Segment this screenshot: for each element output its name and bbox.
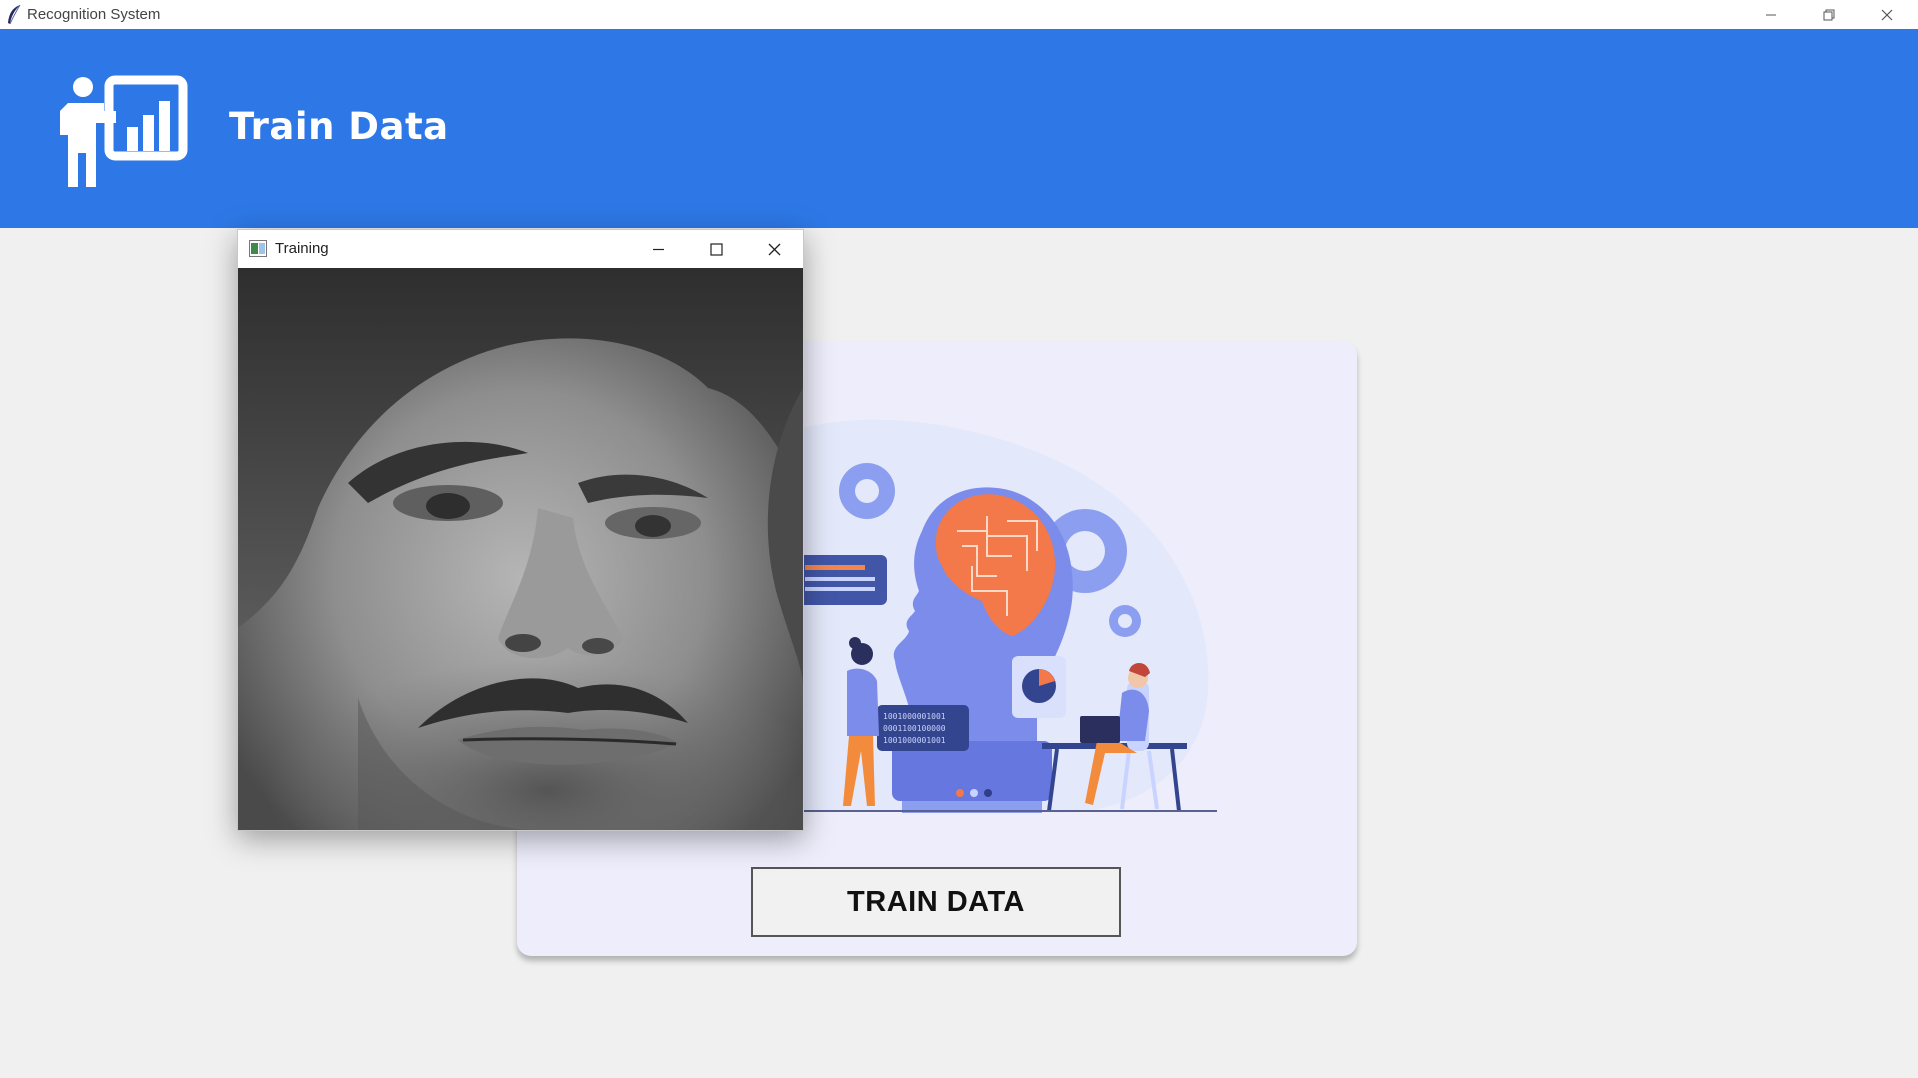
feather-app-icon [8, 4, 21, 25]
maximize-icon [709, 242, 723, 256]
training-window-titlebar[interactable]: Training [238, 230, 803, 268]
training-window: Training [237, 229, 804, 831]
minimize-button[interactable] [1742, 0, 1800, 29]
minimize-icon [1766, 14, 1776, 15]
code-line-2: 0001100100000 [883, 724, 946, 733]
train-data-button[interactable]: TRAIN DATA [751, 867, 1121, 937]
presentation-chart-icon [60, 75, 188, 187]
restore-button[interactable] [1800, 0, 1858, 29]
image-window-icon [249, 240, 267, 257]
window-titlebar: Recognition System [0, 0, 1918, 30]
code-line-1: 1001000001001 [883, 712, 946, 721]
window-title: Recognition System [27, 6, 161, 23]
training-minimize-button[interactable] [629, 230, 687, 268]
close-icon [768, 243, 780, 255]
restore-icon [1823, 9, 1835, 20]
grayscale-face-capture [238, 268, 803, 830]
training-close-button[interactable] [745, 230, 803, 268]
code-line-3: 1001000001001 [883, 736, 946, 745]
close-button[interactable] [1858, 0, 1916, 29]
page-title: Train Data [229, 105, 449, 148]
training-maximize-button[interactable] [687, 230, 745, 268]
page-header: Train Data [0, 29, 1918, 228]
close-icon [1881, 9, 1893, 20]
training-window-title: Training [275, 240, 329, 257]
minimize-icon [652, 248, 664, 250]
